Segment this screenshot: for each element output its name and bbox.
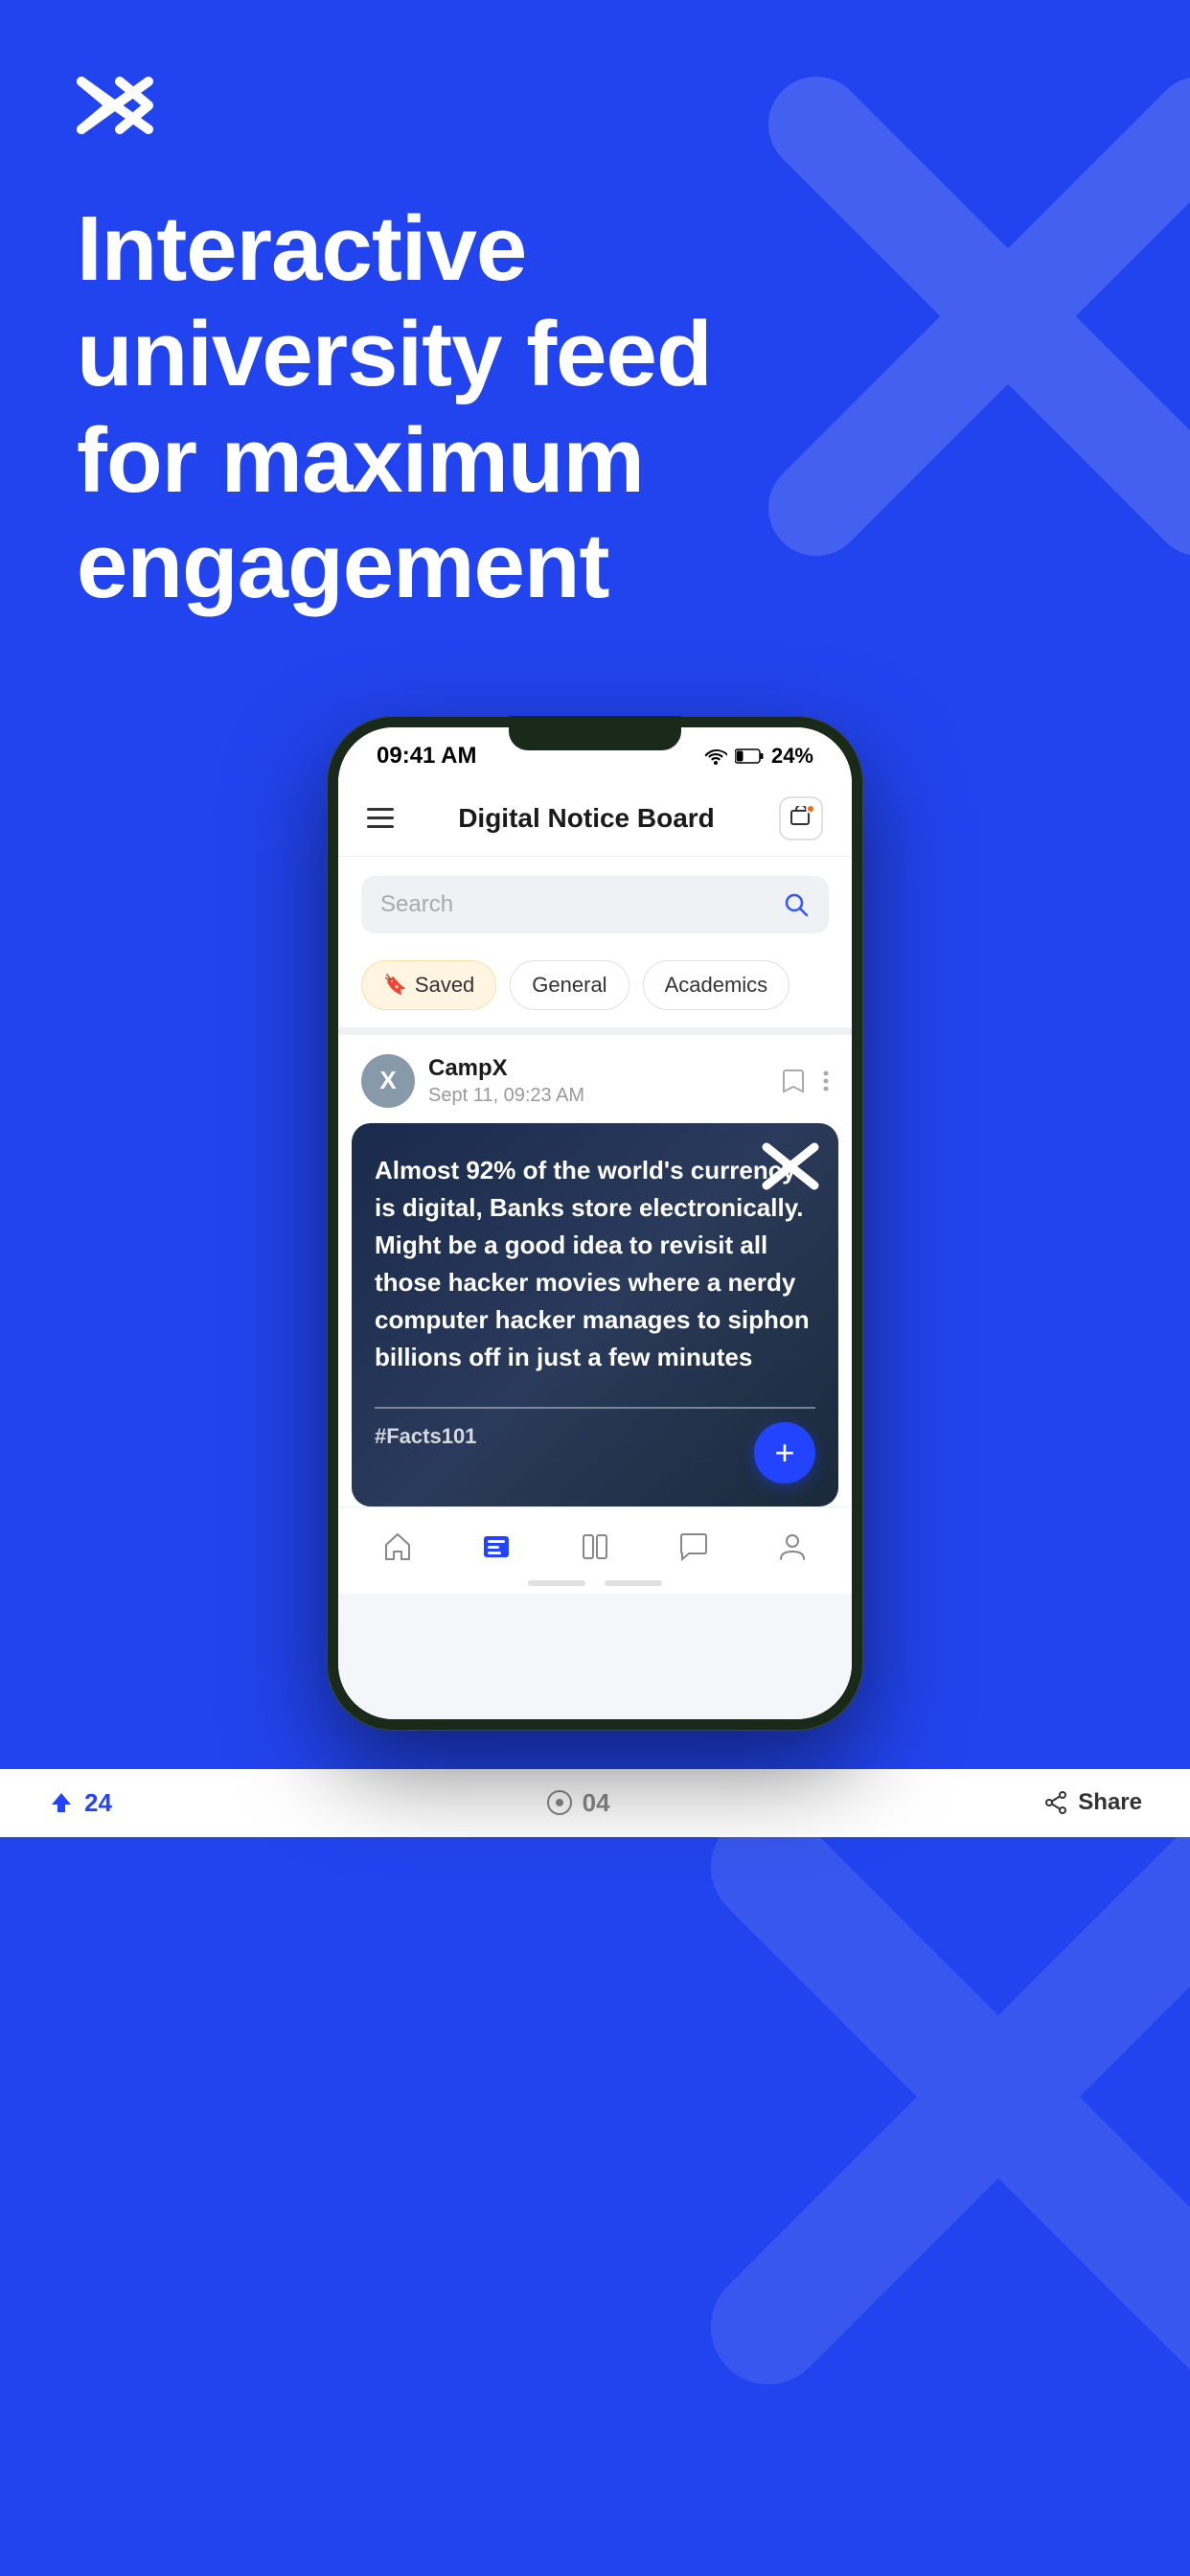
feed-divider (338, 1027, 852, 1035)
nav-item-home[interactable] (366, 1523, 429, 1571)
chip-saved-label: Saved (415, 973, 474, 998)
nav-item-profile[interactable] (761, 1523, 824, 1571)
app-title: Digital Notice Board (458, 803, 715, 834)
share-label: Share (1078, 1789, 1142, 1816)
wifi-icon (704, 748, 727, 765)
post-image-container: Almost 92% of the world's currency is di… (352, 1123, 838, 1506)
app-content: Search 🔖 Saved General (338, 857, 852, 1719)
post-author: CampX (428, 1055, 767, 1082)
bottom-stats: 24 04 Share (0, 1769, 1190, 1837)
saved-icon: 🔖 (383, 973, 407, 997)
comment-icon (546, 1789, 573, 1816)
share-button[interactable]: Share (1043, 1789, 1142, 1816)
phone-container: 09:41 AM 24% (0, 716, 1190, 1769)
bottom-nav (338, 1506, 852, 1594)
feed-icon (480, 1530, 513, 1563)
post-meta: CampX Sept 11, 09:23 AM (428, 1055, 767, 1107)
search-placeholder: Search (380, 891, 771, 918)
search-bar[interactable]: Search (361, 876, 829, 933)
headline: Interactive university feed for maximum … (77, 196, 747, 620)
hamburger-menu[interactable] (367, 808, 394, 828)
status-icons: 24% (704, 744, 813, 769)
post-card: X CampX Sept 11, 09:23 AM (338, 1035, 852, 1506)
comments-count: 04 (583, 1788, 610, 1818)
post-time: Sept 11, 09:23 AM (428, 1085, 767, 1107)
fab-button[interactable]: + (754, 1422, 815, 1484)
share-icon (1043, 1790, 1068, 1815)
notification-dot (806, 804, 815, 814)
phone-outer: 09:41 AM 24% (327, 716, 863, 1731)
bookmark-post-icon[interactable] (781, 1068, 806, 1094)
chip-general[interactable]: General (510, 960, 629, 1010)
post-actions (781, 1068, 829, 1094)
upvotes-stat: 24 (48, 1788, 112, 1818)
app-logo (77, 77, 153, 134)
upvotes-count: 24 (84, 1788, 112, 1818)
library-icon (579, 1530, 611, 1563)
phone-screen: 09:41 AM 24% (338, 727, 852, 1719)
nav-item-chat[interactable] (662, 1523, 725, 1571)
chip-general-label: General (532, 973, 606, 998)
nav-active-bar (338, 1580, 852, 1594)
filter-chips: 🔖 Saved General Academics (338, 947, 852, 1027)
chip-academics-label: Academics (665, 973, 768, 998)
header-section: Interactive university feed for maximum … (0, 0, 1190, 658)
nav-item-library[interactable] (563, 1523, 627, 1571)
upvote-icon (48, 1789, 75, 1816)
battery-icon (735, 748, 764, 764)
search-container: Search (338, 857, 852, 947)
chip-academics[interactable]: Academics (643, 960, 790, 1010)
avatar: X (361, 1054, 415, 1108)
nav-pill-2 (605, 1580, 662, 1586)
app-header: Digital Notice Board (338, 777, 852, 857)
phone-notch (509, 716, 681, 750)
post-content: Almost 92% of the world's currency is di… (352, 1123, 838, 1392)
search-icon (783, 891, 810, 918)
nav-item-feed[interactable] (465, 1523, 528, 1571)
profile-icon (776, 1530, 809, 1563)
chip-saved[interactable]: 🔖 Saved (361, 960, 496, 1010)
post-header: X CampX Sept 11, 09:23 AM (338, 1035, 852, 1123)
battery-percent: 24% (771, 744, 813, 769)
home-icon (381, 1530, 414, 1563)
chat-icon (677, 1530, 710, 1563)
status-time: 09:41 AM (377, 743, 476, 770)
comments-stat: 04 (546, 1788, 610, 1818)
nav-pill-1 (528, 1580, 585, 1586)
notification-button[interactable] (779, 796, 823, 840)
more-options-icon[interactable] (823, 1070, 829, 1092)
